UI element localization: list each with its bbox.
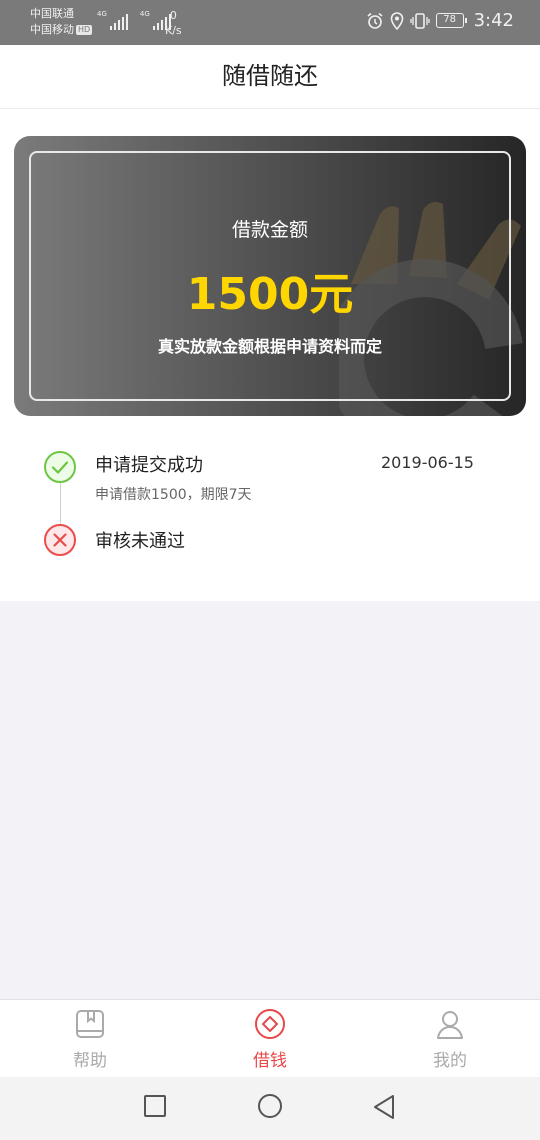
loan-amount-label: 借款金额	[231, 219, 308, 241]
clock: 3:42	[473, 10, 514, 31]
speed-unit: K/s	[165, 24, 182, 37]
back-icon[interactable]	[372, 1094, 396, 1120]
home-icon[interactable]	[257, 1094, 283, 1120]
vibrate-icon	[409, 12, 430, 29]
hd-badge: HD	[76, 25, 93, 35]
x-circle-icon	[44, 524, 76, 556]
battery-icon: 78	[435, 13, 467, 28]
tab-help-label: 帮助	[73, 1051, 107, 1071]
signal-icon: 4G	[97, 10, 128, 30]
page-title: 随借随还	[222, 62, 318, 90]
carrier-1: 中国联通	[30, 7, 74, 20]
recent-apps-icon[interactable]	[143, 1094, 167, 1118]
page-header: 随借随还	[0, 45, 540, 109]
tab-borrow[interactable]: 借钱	[180, 1000, 360, 1078]
loan-amount-card: 借款金额 1500元 真实放款金额根据申请资料而定	[14, 136, 526, 416]
status-icons: 78 3:42	[366, 10, 514, 31]
network-type-1: 4G	[97, 10, 107, 18]
timeline-step-title: 审核未通过	[95, 531, 185, 552]
system-navigation-bar	[0, 1077, 540, 1140]
loan-amount-note: 真实放款金额根据申请资料而定	[157, 337, 382, 356]
alarm-icon	[367, 12, 383, 29]
bottom-tab-bar: 帮助 借钱 我的	[0, 999, 540, 1077]
timeline-step-date: 2019-06-15	[381, 453, 474, 472]
tab-borrow-label: 借钱	[253, 1051, 287, 1071]
location-icon	[390, 11, 403, 30]
user-icon	[437, 1011, 463, 1039]
speed-value: 0	[169, 9, 177, 22]
timeline-step-title: 申请提交成功	[95, 455, 203, 476]
tab-mine[interactable]: 我的	[360, 1000, 540, 1078]
card-frame: 借款金额 1500元 真实放款金额根据申请资料而定	[29, 151, 511, 401]
diamond-circle-icon	[255, 1009, 285, 1039]
network-type-2: 4G	[139, 10, 150, 18]
carrier-2: 中国移动	[30, 23, 74, 36]
check-circle-icon	[44, 451, 76, 483]
network-speed: 0 K/s	[165, 8, 182, 38]
timeline-step-detail: 申请借款1500，期限7天	[95, 487, 252, 503]
signal-indicators: 4G 4G	[97, 10, 171, 30]
tab-mine-label: 我的	[433, 1051, 467, 1071]
main-content: 借款金额 1500元 真实放款金额根据申请资料而定 申请提交成功 2019-06…	[0, 109, 540, 601]
bookmark-book-icon	[76, 1010, 104, 1038]
loan-amount-value: 1500元	[186, 269, 354, 320]
status-bar: 中国联通 中国移动 HD 4G 4G 0 K/s 78 3:42	[0, 0, 540, 45]
tab-help[interactable]: 帮助	[0, 1000, 180, 1078]
carrier-info: 中国联通 中国移动 HD	[30, 6, 93, 38]
